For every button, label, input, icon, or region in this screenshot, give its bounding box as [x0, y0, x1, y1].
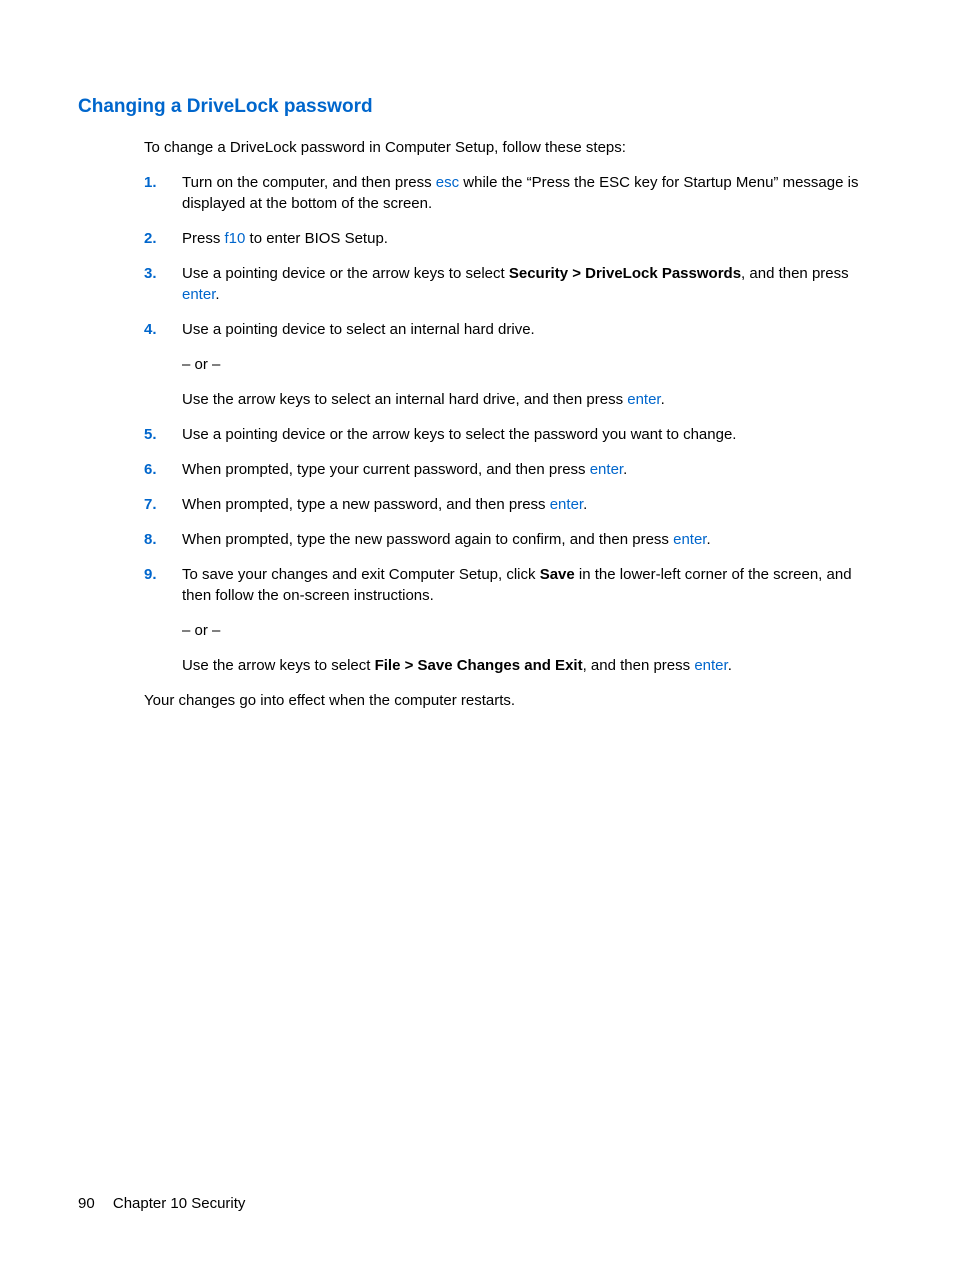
- step-paragraph: – or –: [182, 354, 876, 375]
- page-footer: 90 Chapter 10 Security: [78, 1193, 245, 1214]
- step-paragraph: Use a pointing device to select an inter…: [182, 319, 876, 340]
- chapter-label: Chapter 10 Security: [113, 1195, 246, 1212]
- step-number: 2.: [144, 228, 182, 249]
- intro-text: To change a DriveLock password in Comput…: [144, 137, 876, 158]
- step-number: 6.: [144, 459, 182, 480]
- step-number: 1.: [144, 172, 182, 214]
- step-paragraph: – or –: [182, 620, 876, 641]
- key-name: enter: [590, 461, 623, 478]
- key-name: f10: [225, 230, 246, 247]
- key-name: esc: [436, 174, 459, 191]
- step-body: Use a pointing device to select an inter…: [182, 319, 876, 410]
- step-paragraph: Press f10 to enter BIOS Setup.: [182, 228, 876, 249]
- step-number: 8.: [144, 529, 182, 550]
- bold-text: File > Save Changes and Exit: [375, 657, 583, 674]
- steps-list: 1.Turn on the computer, and then press e…: [144, 172, 876, 676]
- step-item: 7.When prompted, type a new password, an…: [144, 494, 876, 515]
- step-body: Use a pointing device or the arrow keys …: [182, 424, 876, 445]
- bold-text: Security > DriveLock Passwords: [509, 265, 741, 282]
- step-body: When prompted, type your current passwor…: [182, 459, 876, 480]
- step-item: 1.Turn on the computer, and then press e…: [144, 172, 876, 214]
- step-body: Turn on the computer, and then press esc…: [182, 172, 876, 214]
- key-name: enter: [673, 531, 706, 548]
- step-paragraph: When prompted, type your current passwor…: [182, 459, 876, 480]
- step-body: Press f10 to enter BIOS Setup.: [182, 228, 876, 249]
- step-item: 4.Use a pointing device to select an int…: [144, 319, 876, 410]
- section-heading: Changing a DriveLock password: [78, 94, 876, 121]
- page-number: 90: [78, 1195, 95, 1212]
- key-name: enter: [694, 657, 727, 674]
- step-paragraph: When prompted, type the new password aga…: [182, 529, 876, 550]
- step-number: 3.: [144, 263, 182, 305]
- bold-text: Save: [540, 566, 575, 583]
- step-paragraph: When prompted, type a new password, and …: [182, 494, 876, 515]
- step-number: 7.: [144, 494, 182, 515]
- step-body: When prompted, type a new password, and …: [182, 494, 876, 515]
- step-item: 3.Use a pointing device or the arrow key…: [144, 263, 876, 305]
- step-paragraph: Turn on the computer, and then press esc…: [182, 172, 876, 214]
- step-paragraph: Use the arrow keys to select an internal…: [182, 389, 876, 410]
- step-item: 2.Press f10 to enter BIOS Setup.: [144, 228, 876, 249]
- step-item: 6.When prompted, type your current passw…: [144, 459, 876, 480]
- key-name: enter: [182, 286, 215, 303]
- step-item: 5.Use a pointing device or the arrow key…: [144, 424, 876, 445]
- key-name: enter: [550, 496, 583, 513]
- step-paragraph: Use a pointing device or the arrow keys …: [182, 424, 876, 445]
- step-number: 5.: [144, 424, 182, 445]
- step-item: 9.To save your changes and exit Computer…: [144, 564, 876, 676]
- step-number: 4.: [144, 319, 182, 410]
- closing-text: Your changes go into effect when the com…: [144, 690, 876, 711]
- step-body: When prompted, type the new password aga…: [182, 529, 876, 550]
- step-paragraph: Use a pointing device or the arrow keys …: [182, 263, 876, 305]
- step-item: 8.When prompted, type the new password a…: [144, 529, 876, 550]
- step-body: To save your changes and exit Computer S…: [182, 564, 876, 676]
- step-body: Use a pointing device or the arrow keys …: [182, 263, 876, 305]
- step-number: 9.: [144, 564, 182, 676]
- step-paragraph: Use the arrow keys to select File > Save…: [182, 655, 876, 676]
- step-paragraph: To save your changes and exit Computer S…: [182, 564, 876, 606]
- key-name: enter: [627, 391, 660, 408]
